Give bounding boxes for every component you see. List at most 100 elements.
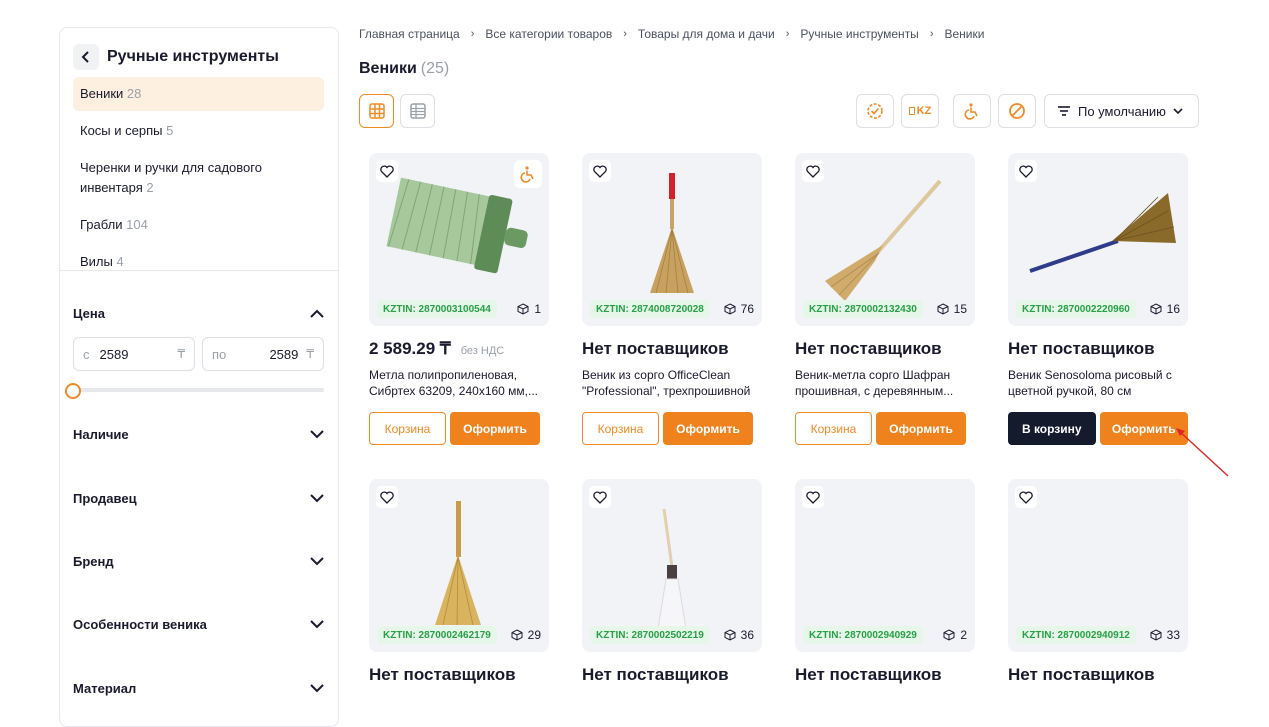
stock-value: 1 <box>534 302 541 316</box>
category-label: Черенки и ручки для садового инвентаря <box>80 160 262 195</box>
chevron-left-icon <box>81 51 89 63</box>
filter-availability-toggle[interactable]: Наличие <box>73 424 324 444</box>
product-image[interactable]: KZTIN: 2870002462179 29 <box>369 479 549 652</box>
product-card[interactable]: KZTIN: 2874008720028 76 Нет поставщиков … <box>582 153 762 445</box>
heart-icon <box>380 490 394 504</box>
product-card[interactable]: KZTIN: 2870002220960 16 Нет поставщиков … <box>1008 153 1188 445</box>
chevron-down-icon <box>1173 107 1183 114</box>
add-to-cart-button[interactable]: Корзина <box>369 412 446 445</box>
sidebar-divider <box>60 270 338 271</box>
category-item-kosy[interactable]: Косы и серпы 5 <box>73 114 324 148</box>
verified-badge-icon <box>867 103 883 119</box>
product-description[interactable]: Веник из сорго OfficeClean "Professional… <box>582 367 762 399</box>
product-price: Нет поставщиков <box>582 665 762 687</box>
stock-value: 33 <box>1166 628 1180 642</box>
product-image[interactable]: KZTIN: 2870002220960 16 <box>1008 153 1188 326</box>
product-image[interactable]: KZTIN: 2870002132430 15 <box>795 153 975 326</box>
filter-features-toggle[interactable]: Особенности веника <box>73 614 324 634</box>
price-value: Нет поставщиков <box>1008 665 1155 684</box>
chevron-down-icon <box>310 619 324 628</box>
price-slider-track[interactable] <box>73 388 324 392</box>
product-image[interactable]: KZTIN: 2870002940912 33 <box>1008 479 1188 652</box>
product-card[interactable]: KZTIN: 2870002940929 2 Нет поставщиков <box>795 479 975 687</box>
category-item-veniki[interactable]: Веники 28 <box>73 77 324 111</box>
category-count: 2 <box>146 180 154 195</box>
kztin-badge: KZTIN: 2874008720028 <box>590 300 710 318</box>
product-card[interactable]: KZTIN: 2870002502219 36 Нет поставщиков <box>582 479 762 687</box>
checkout-button[interactable]: Оформить <box>663 412 753 445</box>
filter-price-toggle[interactable]: Цена <box>73 303 324 323</box>
price-slider-thumb[interactable] <box>65 383 81 399</box>
accessibility-filter-button[interactable] <box>953 94 991 128</box>
filter-seller-toggle[interactable]: Продавец <box>73 488 324 508</box>
product-card[interactable]: KZTIN: 2870002940912 33 Нет поставщиков <box>1008 479 1188 687</box>
favorite-button[interactable] <box>376 160 398 182</box>
product-image[interactable]: KZTIN: 2874008720028 76 <box>582 153 762 326</box>
product-description[interactable]: Веник-метла сорго Шафран прошивная, с де… <box>795 367 975 399</box>
product-card[interactable]: KZTIN: 2870002462179 29 Нет поставщиков <box>369 479 549 687</box>
product-description[interactable]: Метла полипропиленовая, Сибртех 63209, 2… <box>369 367 549 399</box>
checkout-button[interactable]: Оформить <box>1099 412 1188 445</box>
favorite-button[interactable] <box>376 486 398 508</box>
stock-count: 29 <box>511 628 541 642</box>
category-label: Грабли <box>80 217 123 232</box>
grid-view-button[interactable] <box>359 94 394 128</box>
stock-value: 15 <box>953 302 967 316</box>
breadcrumb-link[interactable]: Главная страница <box>359 27 460 41</box>
product-card[interactable]: KZTIN: 2870002132430 15 Нет поставщиков … <box>795 153 975 445</box>
favorite-button[interactable] <box>1015 486 1037 508</box>
product-image[interactable]: KZTIN: 2870002502219 36 <box>582 479 762 652</box>
stock-value: 2 <box>960 628 967 642</box>
category-label: Косы и серпы <box>80 123 163 138</box>
price-value: Нет поставщиков <box>582 339 729 358</box>
sidebar-header: Ручные инструменты <box>60 28 338 70</box>
price-value: Нет поставщиков <box>582 665 729 684</box>
card-actions: В корзину Оформить <box>1008 412 1188 445</box>
kz-label: KZ <box>916 105 932 117</box>
filter-brand-toggle[interactable]: Бренд <box>73 551 324 571</box>
favorite-button[interactable] <box>802 160 824 182</box>
product-image[interactable]: KZTIN: 2870002940929 2 <box>795 479 975 652</box>
favorite-button[interactable] <box>1015 160 1037 182</box>
product-price: Нет поставщиков <box>582 339 762 361</box>
table-view-button[interactable] <box>400 94 435 128</box>
price-value: Нет поставщиков <box>795 339 942 358</box>
chevron-down-icon <box>310 683 324 692</box>
product-description[interactable]: Веник Senosoloma рисовый с цветной ручко… <box>1008 367 1188 399</box>
exclude-filter-button[interactable] <box>998 94 1036 128</box>
category-item-vily[interactable]: Вилы 4 <box>73 245 324 279</box>
favorite-button[interactable] <box>589 486 611 508</box>
box-icon <box>517 303 529 315</box>
product-card[interactable]: KZTIN: 2870003100544 1 2 589.29 ₸ без НДС… <box>369 153 549 445</box>
sort-label: По умолчанию <box>1078 103 1166 119</box>
chevron-right-icon: › <box>785 28 790 40</box>
stock-count: 16 <box>1150 302 1180 316</box>
checkout-button[interactable]: Оформить <box>876 412 966 445</box>
kz-flag-icon <box>908 107 915 115</box>
box-icon <box>943 629 955 641</box>
category-item-cherenki[interactable]: Черенки и ручки для садового инвентаря 2 <box>73 151 324 205</box>
breadcrumb-link[interactable]: Ручные инструменты <box>800 27 918 41</box>
add-to-cart-button[interactable]: Корзина <box>795 412 872 445</box>
kz-filter-button[interactable]: KZ <box>901 94 939 128</box>
price-from-field[interactable]: с 2589 ₸ <box>73 337 195 371</box>
add-to-cart-button[interactable]: В корзину <box>1008 412 1096 445</box>
checkout-button[interactable]: Оформить <box>450 412 540 445</box>
filter-material-toggle[interactable]: Материал <box>73 678 324 698</box>
add-to-cart-button[interactable]: Корзина <box>582 412 659 445</box>
kztin-badge: KZTIN: 2870002462179 <box>377 626 497 644</box>
sort-dropdown[interactable]: По умолчанию <box>1044 94 1199 128</box>
kztin-badge: KZTIN: 2870002940929 <box>803 626 923 644</box>
back-button[interactable] <box>73 44 99 70</box>
favorite-button[interactable] <box>802 486 824 508</box>
breadcrumb-link[interactable]: Все категории товаров <box>485 27 612 41</box>
box-icon <box>1150 303 1162 315</box>
favorite-button[interactable] <box>589 160 611 182</box>
verified-filter-button[interactable] <box>856 94 894 128</box>
product-image[interactable]: KZTIN: 2870003100544 1 <box>369 153 549 326</box>
stock-value: 76 <box>740 302 754 316</box>
category-item-grabli[interactable]: Грабли 104 <box>73 208 324 242</box>
price-to-field[interactable]: по 2589 ₸ <box>202 337 324 371</box>
breadcrumb-link[interactable]: Товары для дома и дачи <box>638 27 775 41</box>
stock-value: 29 <box>527 628 541 642</box>
